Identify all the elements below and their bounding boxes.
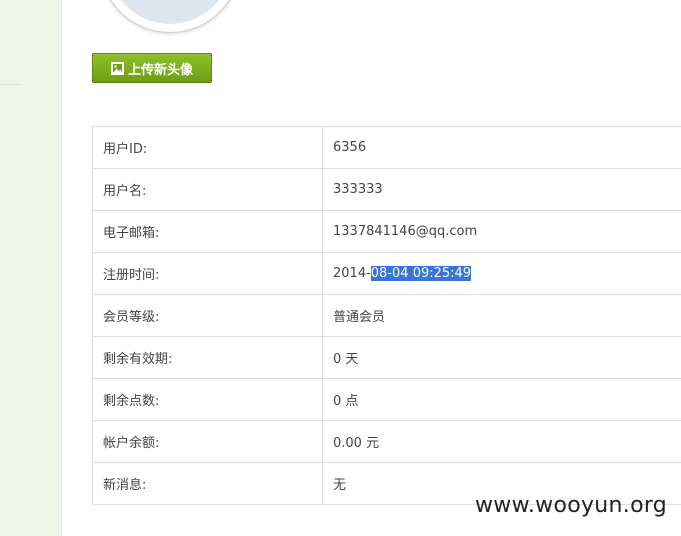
username-label: 用户名: (92, 168, 323, 211)
username-value: 333333 (322, 168, 681, 211)
new-messages-label: 新消息: (92, 462, 323, 505)
image-icon (110, 61, 124, 75)
avatar (100, 0, 240, 32)
watermark: www.wooyun.org (475, 493, 668, 518)
member-level-value: 普通会员 (322, 294, 681, 337)
register-time-value: 2014-08-04 09:25:49 (322, 252, 681, 295)
remaining-validity-value: 0 天 (322, 336, 681, 379)
table-row: 帐户余额: 0.00 元 (92, 420, 681, 463)
table-row: 剩余点数: 0 点 (92, 378, 681, 421)
remaining-validity-label: 剩余有效期: (92, 336, 323, 379)
email-label: 电子邮箱: (92, 210, 323, 253)
table-row: 剩余有效期: 0 天 (92, 336, 681, 379)
remaining-points-label: 剩余点数: (92, 378, 323, 421)
remaining-points-value: 0 点 (322, 378, 681, 421)
user-id-value: 6356 (322, 126, 681, 169)
member-level-label: 会员等级: (92, 294, 323, 337)
upload-avatar-button[interactable]: 上传新头像 (92, 53, 212, 83)
sidebar-divider (0, 84, 20, 85)
left-sidebar (0, 0, 62, 536)
table-row: 电子邮箱: 1337841146@qq.com (92, 210, 681, 253)
register-time-selected-text: 08-04 09:25:49 (370, 266, 472, 281)
avatar-image (108, 0, 232, 24)
upload-avatar-label: 上传新头像 (127, 62, 193, 78)
email-value: 1337841146@qq.com (322, 210, 681, 253)
user-id-label: 用户ID: (92, 126, 323, 169)
register-time-prefix: 2014- (333, 266, 371, 281)
table-row: 用户名: 333333 (92, 168, 681, 211)
register-time-label: 注册时间: (92, 252, 323, 295)
table-row: 用户ID: 6356 (92, 126, 681, 169)
account-balance-label: 帐户余额: (92, 420, 323, 463)
account-info-table: 用户ID: 6356 用户名: 333333 电子邮箱: 1337841146@… (92, 126, 681, 505)
account-balance-value: 0.00 元 (322, 420, 681, 463)
table-row: 注册时间: 2014-08-04 09:25:49 (92, 252, 681, 295)
table-row: 会员等级: 普通会员 (92, 294, 681, 337)
